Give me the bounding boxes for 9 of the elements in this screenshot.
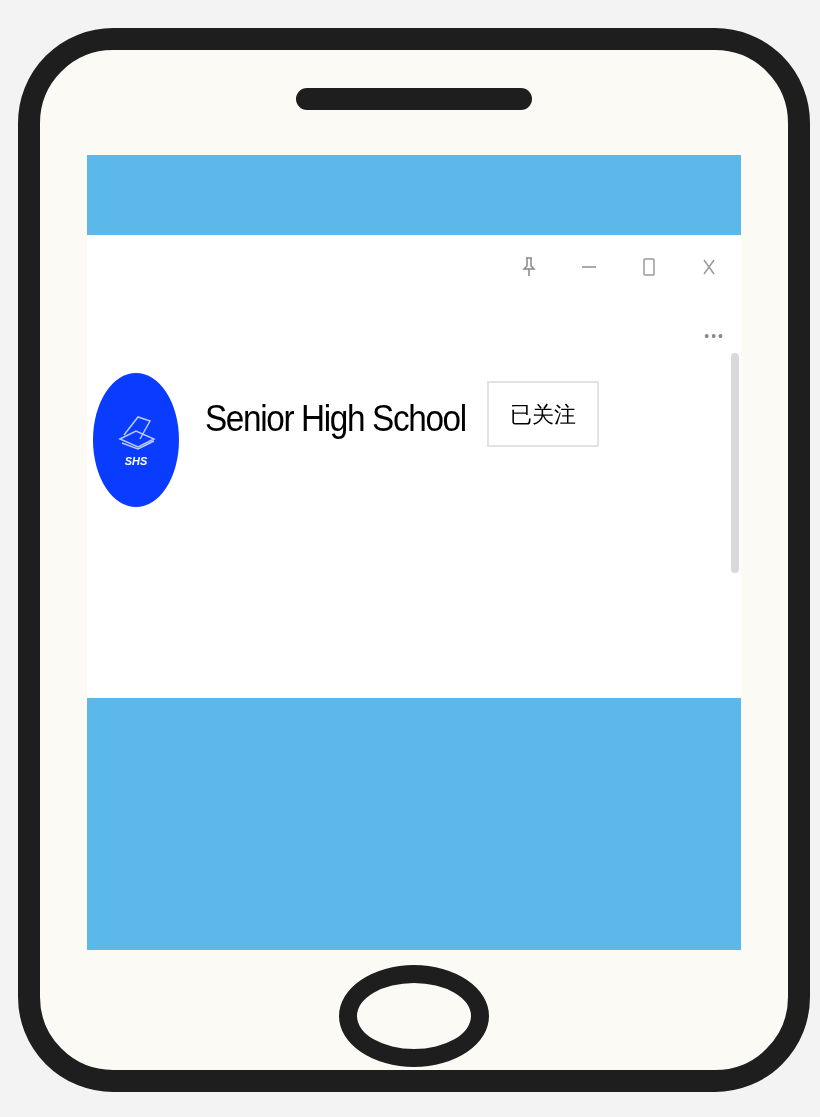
more-button[interactable]: ••• [704,329,725,343]
pin-icon [522,257,536,277]
minimize-icon [582,265,596,269]
logo-text: SHS [124,453,148,469]
scrollbar[interactable] [731,353,739,573]
maximize-icon [643,258,655,276]
school-name: Senior High School [205,397,466,441]
close-icon [703,259,715,275]
follow-button[interactable]: 已关注 [486,381,599,447]
